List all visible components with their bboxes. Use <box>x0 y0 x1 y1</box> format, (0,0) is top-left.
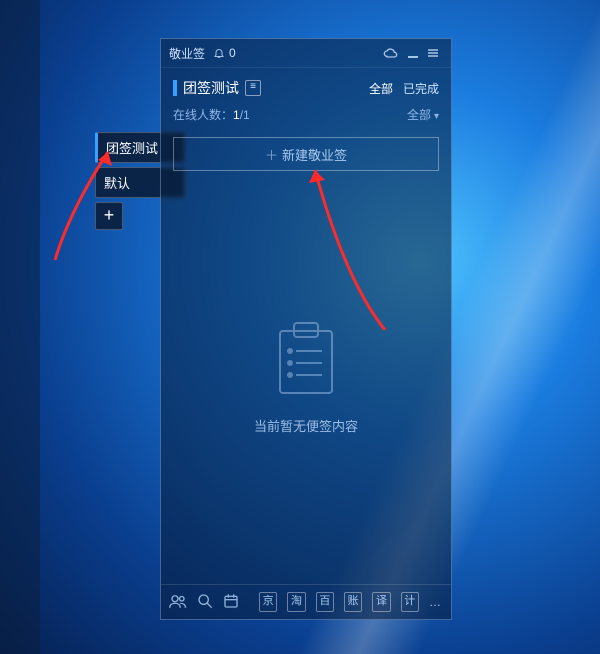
scope-dropdown[interactable]: 全部▾ <box>407 106 439 123</box>
shortcut-jd[interactable]: 京 <box>259 592 277 612</box>
shortcut-baidu[interactable]: 百 <box>316 592 334 612</box>
header: 团签测试 ≡ 全部 已完成 在线人数： 1 / 1 全部▾ <box>161 68 451 127</box>
group-title: 团签测试 <box>183 78 239 98</box>
online-total: 1 <box>243 108 250 122</box>
new-note-button[interactable]: ＋ 新建敬业签 <box>173 137 439 171</box>
title-bar: 敬业签 0 <box>161 39 451 68</box>
clipboard-empty-icon <box>274 321 338 402</box>
add-group-button[interactable]: + <box>95 202 123 230</box>
cloud-sync-icon[interactable] <box>383 47 399 59</box>
plus-icon: ＋ <box>265 145 278 164</box>
content-area: 当前暂无便签内容 <box>161 171 451 584</box>
empty-state-text: 当前暂无便签内容 <box>254 416 358 435</box>
menu-icon[interactable] <box>427 47 439 59</box>
calendar-icon[interactable] <box>223 593 239 612</box>
chevron-down-icon: ▾ <box>434 111 439 122</box>
shortcut-calc[interactable]: 计 <box>401 592 419 612</box>
bottom-bar: 京 淘 百 账 译 计 … <box>161 584 451 619</box>
shortcut-account[interactable]: 账 <box>344 592 362 612</box>
shortcut-taobao[interactable]: 淘 <box>287 592 305 612</box>
bell-icon[interactable] <box>213 47 225 59</box>
filter-done[interactable]: 已完成 <box>403 80 439 97</box>
minimize-icon[interactable] <box>407 47 419 59</box>
filter-all[interactable]: 全部 <box>369 80 393 97</box>
search-icon[interactable] <box>197 593 213 612</box>
contacts-icon[interactable] <box>169 593 187 612</box>
list-view-icon[interactable]: ≡ <box>245 80 261 96</box>
group-accent-bar <box>173 80 177 96</box>
app-window: 敬业签 0 团签测试 ≡ 全部 已完成 在线人数： 1 / 1 <box>160 38 452 620</box>
app-name: 敬业签 <box>169 45 205 62</box>
notification-count: 0 <box>229 46 236 60</box>
online-label: 在线人数： <box>173 106 233 123</box>
new-note-label: 新建敬业签 <box>282 145 347 164</box>
more-shortcuts[interactable]: … <box>429 595 443 609</box>
online-current: 1 <box>233 108 240 122</box>
shortcut-translate[interactable]: 译 <box>372 592 390 612</box>
